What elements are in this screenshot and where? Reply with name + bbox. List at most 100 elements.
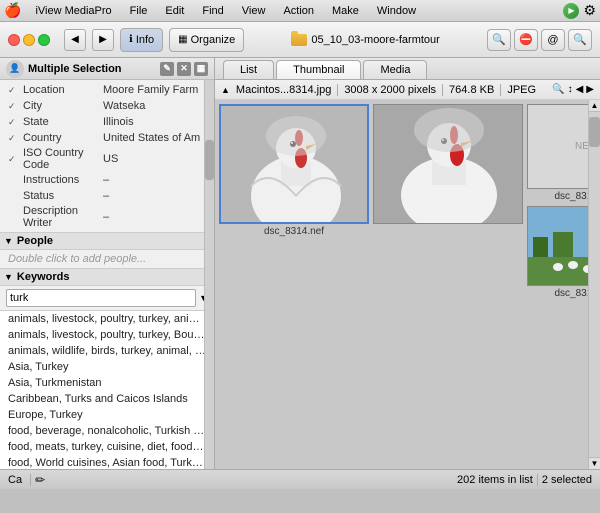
right-scrollbar[interactable]: ▲ ▼ [588, 100, 600, 469]
maximize-button[interactable] [38, 34, 50, 46]
panel-icon-small: 👤 [6, 60, 24, 78]
zoom-out-icon[interactable]: ↕ [568, 84, 573, 95]
left-panel: 👤 Multiple Selection ✎ ✕ ▦ ✓ Location Mo… [0, 58, 215, 469]
keyword-item[interactable]: animals, wildlife, birds, turkey, animal… [0, 343, 214, 359]
turkey-svg-2 [374, 105, 523, 224]
menubar-make[interactable]: Make [324, 3, 367, 19]
info-divider3 [500, 84, 501, 96]
zoom-button[interactable]: 🔍 [568, 29, 592, 51]
left-panel-scrollbar[interactable] [204, 80, 214, 469]
label-location: Location [23, 84, 103, 96]
status-divider-1 [30, 474, 31, 486]
keywords-input-container: ▼ [0, 286, 214, 310]
menubar: 🍎 iView MediaPro File Edit Find View Act… [0, 0, 600, 22]
folder-icon [291, 34, 307, 46]
label-city: City [23, 100, 103, 112]
keyword-item[interactable]: Asia, Turkmenistan [0, 375, 214, 391]
keyword-item[interactable]: food, World cuisines, Asian food, Turkme… [0, 455, 214, 469]
thumb-image-1 [219, 104, 369, 224]
organize-button[interactable]: ▦ Organize [169, 28, 244, 52]
scroll-thumb[interactable] [205, 140, 214, 180]
play-icon[interactable]: ▶ [563, 3, 579, 19]
thumb-image-nef: NEF [527, 104, 588, 189]
label-instructions: Instructions [23, 174, 103, 186]
check-city: ✓ [8, 101, 20, 112]
keyword-item[interactable]: food, meats, turkey, cuisine, diet, food… [0, 439, 214, 455]
tab-media[interactable]: Media [363, 60, 427, 79]
value-location: Moore Family Farm [103, 84, 210, 96]
keyword-item[interactable]: Europe, Turkey [0, 407, 214, 423]
gear-icon[interactable]: ⚙ [583, 2, 596, 19]
keyword-item[interactable]: Caribbean, Turks and Caicos Islands [0, 391, 214, 407]
info-icon: ℹ [129, 34, 133, 45]
keyword-item[interactable]: food, beverage, nonalcoholic, Turkish co… [0, 423, 214, 439]
toolbar: ◀ ▶ ℹ Info ▦ Organize 05_10_03-moore-far… [0, 22, 600, 58]
metadata-list: ✓ Location Moore Family Farm ✓ City Wats… [0, 80, 214, 232]
menubar-items: iView MediaPro File Edit Find View Actio… [27, 3, 424, 19]
menubar-file[interactable]: File [122, 3, 156, 19]
menubar-find[interactable]: Find [194, 3, 231, 19]
menubar-edit[interactable]: Edit [157, 3, 192, 19]
value-desc-writer: – [103, 211, 210, 223]
forward-button[interactable]: ▶ [92, 29, 114, 51]
menubar-app-name[interactable]: iView MediaPro [27, 3, 119, 19]
share-button[interactable]: ⛔ [514, 29, 538, 51]
keywords-input[interactable] [6, 289, 196, 307]
image-filename: Macintos...8314.jpg [236, 84, 331, 96]
scroll-down[interactable]: ▼ [589, 457, 600, 469]
image-format: JPEG [507, 84, 536, 96]
grid-icon[interactable]: ▦ [194, 62, 208, 76]
value-iso: US [103, 153, 210, 165]
panel-title: Multiple Selection [28, 63, 122, 75]
keyword-item[interactable]: Asia, Turkey [0, 359, 214, 375]
tab-list[interactable]: List [223, 60, 274, 79]
edit-icon[interactable]: ✎ [160, 62, 174, 76]
value-country: United States of Am [103, 132, 210, 144]
status-bar: Ca ✏ 202 items in list 2 selected [0, 469, 600, 489]
meta-row-location: ✓ Location Moore Family Farm [0, 82, 214, 98]
sort-icon: ▲ [221, 85, 230, 95]
meta-row-desc-writer: Description Writer – [0, 204, 214, 230]
check-iso: ✓ [8, 154, 20, 165]
next-icon[interactable]: ▶ [586, 84, 594, 95]
keyword-item[interactable]: animals, livestock, poultry, turkey, ani… [0, 311, 214, 327]
search-button[interactable]: 🔍 [487, 29, 511, 51]
items-count: 202 items in list [457, 474, 533, 486]
catalog-label: Ca [8, 474, 22, 486]
right-panel: List Thumbnail Media ▲ Macintos...8314.j… [215, 58, 600, 469]
meta-row-iso: ✓ ISO Country Code US [0, 146, 214, 172]
email-button[interactable]: @ [541, 29, 565, 51]
meta-row-country: ✓ Country United States of Am [0, 130, 214, 146]
thumb-label-1: dsc_8314.nef [264, 226, 324, 237]
info-divider [337, 84, 338, 96]
thumb-image-farm [527, 206, 588, 286]
close-button[interactable] [8, 34, 20, 46]
info-button[interactable]: ℹ Info [120, 28, 163, 52]
people-placeholder[interactable]: Double click to add people... [0, 250, 214, 268]
meta-row-status: Status – [0, 188, 214, 204]
thumb-item-1[interactable]: dsc_8314.nef [219, 104, 369, 237]
label-country: Country [23, 132, 103, 144]
minimize-button[interactable] [23, 34, 35, 46]
menubar-window[interactable]: Window [369, 3, 424, 19]
keywords-section-header[interactable]: ▼ Keywords [0, 268, 214, 286]
people-section-header[interactable]: ▼ People [0, 232, 214, 250]
thumb-item-nef[interactable]: NEF dsc_8314.nef [527, 104, 588, 202]
scroll-up[interactable]: ▲ [589, 100, 600, 112]
image-info-bar: ▲ Macintos...8314.jpg 3008 x 2000 pixels… [215, 80, 600, 100]
close-icon[interactable]: ✕ [177, 62, 191, 76]
thumb-item-farm[interactable]: dsc_8315.nef [527, 206, 588, 299]
scroll-thumb-right[interactable] [589, 117, 600, 147]
status-divider-2 [537, 474, 538, 486]
menubar-action[interactable]: Action [275, 3, 322, 19]
menubar-view[interactable]: View [234, 3, 274, 19]
prev-icon[interactable]: ◀ [576, 84, 584, 95]
back-button[interactable]: ◀ [64, 29, 86, 51]
scroll-track[interactable] [589, 112, 600, 457]
keyword-item[interactable]: animals, livestock, poultry, turkey, Bou… [0, 327, 214, 343]
zoom-in-icon[interactable]: 🔍 [552, 84, 564, 95]
apple-icon[interactable]: 🍎 [4, 2, 21, 19]
organize-icon: ▦ [178, 34, 187, 45]
tab-thumbnail[interactable]: Thumbnail [276, 60, 361, 79]
thumb-item-2[interactable] [373, 104, 523, 226]
